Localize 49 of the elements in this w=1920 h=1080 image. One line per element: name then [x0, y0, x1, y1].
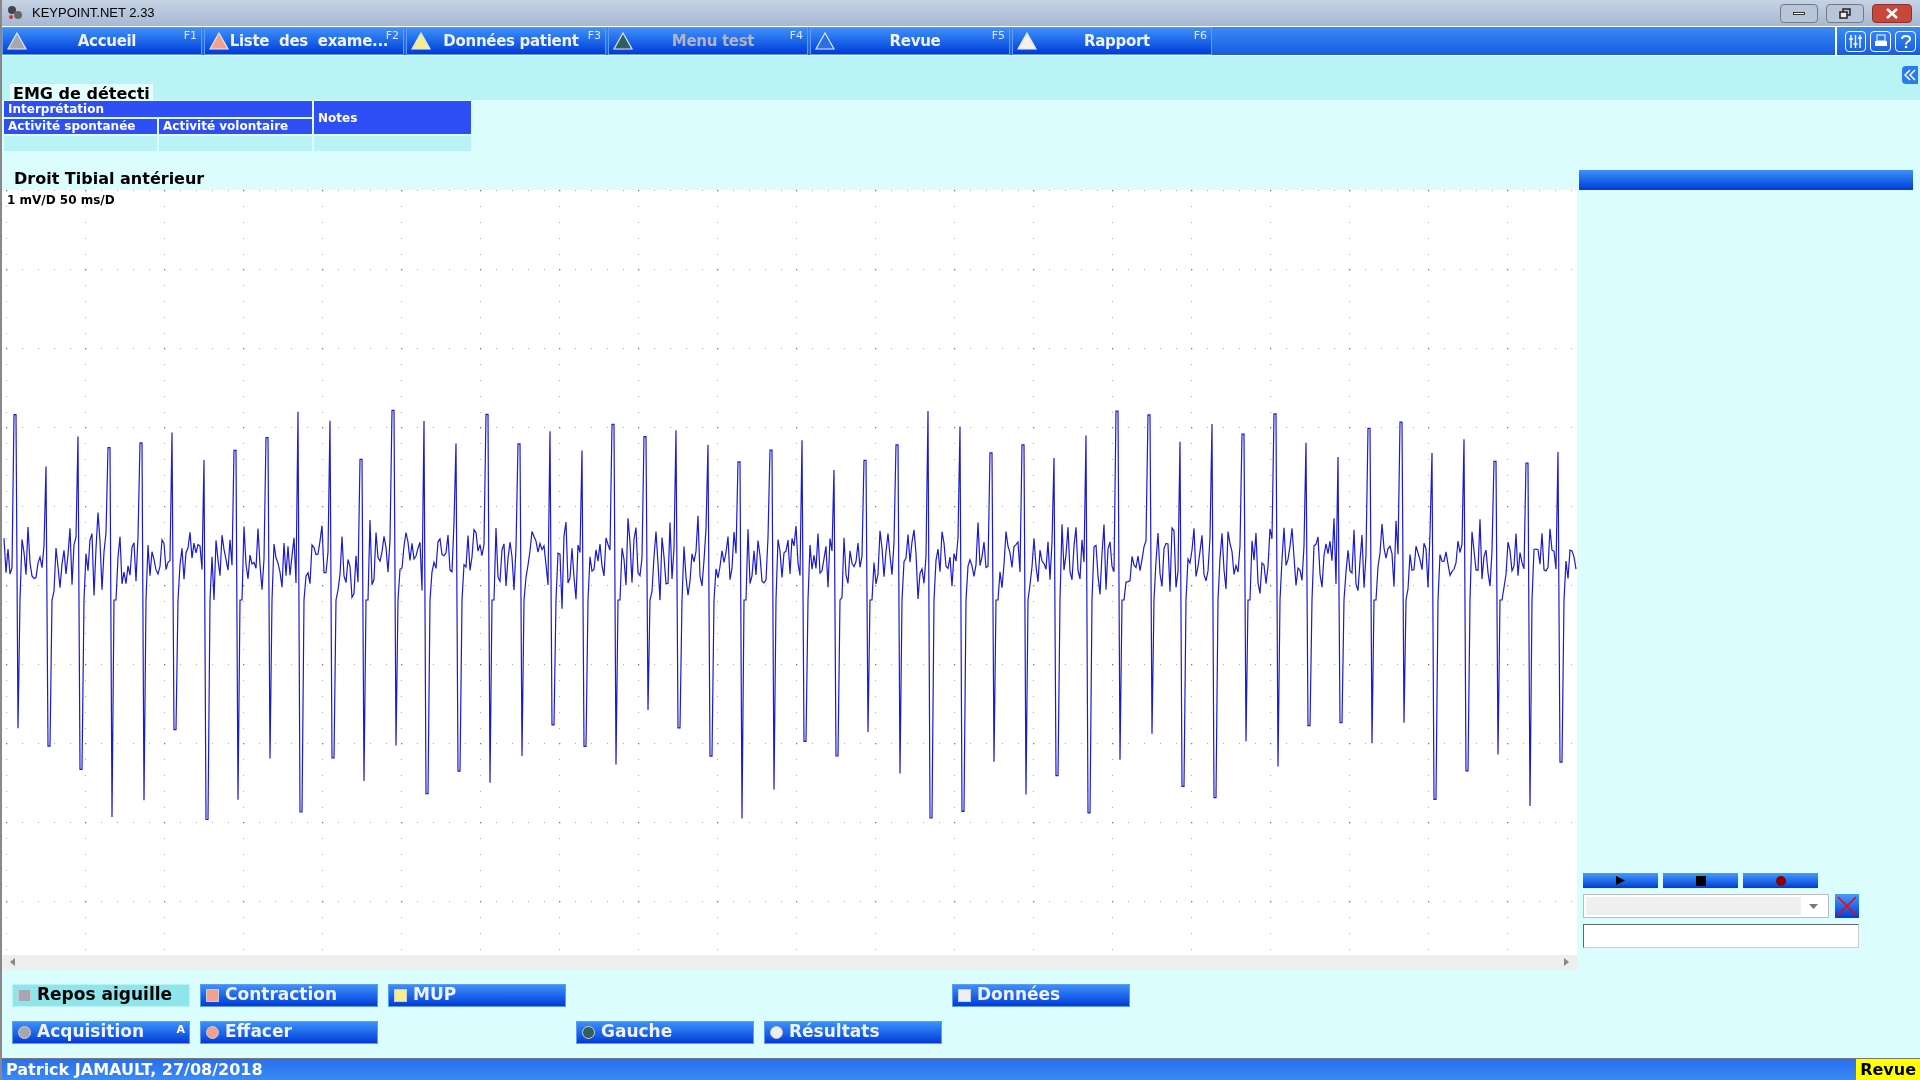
help-button[interactable] [1895, 30, 1916, 52]
nav-tab[interactable]: Accueil F1 [2, 27, 202, 55]
action-button[interactable]: Contraction [200, 983, 378, 1007]
settings-button[interactable] [1845, 30, 1866, 52]
action-button[interactable]: MUP [388, 983, 566, 1007]
record-button[interactable] [1743, 873, 1818, 888]
close-button[interactable] [1872, 3, 1912, 23]
restore-button[interactable] [1826, 3, 1864, 23]
action-button[interactable]: Acquisition A [12, 1020, 190, 1044]
print-button[interactable] [1870, 30, 1891, 52]
printer-icon [1873, 34, 1888, 48]
restore-icon [1839, 7, 1851, 19]
close-icon [1837, 896, 1857, 916]
muscle-title: Droit Tibial antérieur [14, 169, 205, 189]
collapse-button[interactable] [1902, 66, 1918, 84]
nav-tab[interactable]: Rapport F6 [1012, 27, 1212, 55]
horizontal-scrollbar[interactable] [2, 955, 1577, 969]
header-cell: Activité spontanée [4, 119, 157, 134]
status-text: Patrick JAMAULT, 27/08/2018 [5, 1058, 264, 1080]
play-button[interactable] [1583, 873, 1658, 888]
close-icon [1886, 7, 1898, 19]
dropdown-field[interactable] [1583, 894, 1829, 918]
window-title: KEYPOINT.NET 2.33 [32, 4, 155, 23]
input-field[interactable] [1583, 924, 1859, 948]
caret-icon [1809, 903, 1818, 909]
action-button[interactable]: Effacer [200, 1020, 378, 1044]
action-button[interactable]: Résultats [764, 1020, 942, 1044]
app-icon [6, 4, 24, 22]
minimize-button[interactable] [1780, 3, 1818, 23]
header-cell: Notes [314, 101, 471, 134]
stop-button[interactable] [1663, 873, 1738, 888]
action-button[interactable]: Données [952, 983, 1130, 1007]
help-icon [1899, 33, 1912, 49]
scale-label: 1 mV/D 50 ms/D [7, 192, 115, 209]
scroll-right-icon[interactable] [1564, 958, 1569, 966]
record-icon [1775, 875, 1786, 886]
clear-button[interactable] [1835, 894, 1859, 918]
nav-tab[interactable]: Données patient F3 [406, 27, 606, 55]
play-icon [1616, 876, 1625, 885]
exam-title: EMG de détecti [10, 84, 153, 104]
header-cell: Interprétation [4, 101, 312, 117]
header-cell: Activité volontaire [159, 119, 312, 134]
stop-icon [1695, 875, 1706, 886]
action-button[interactable]: Gauche [576, 1020, 754, 1044]
action-button[interactable]: Repos aiguille [12, 983, 190, 1007]
sliders-icon [1848, 33, 1863, 49]
mode-indicator: Revue [1856, 1059, 1920, 1080]
nav-tab[interactable]: Revue F5 [810, 27, 1010, 55]
scroll-left-icon[interactable] [10, 958, 15, 966]
